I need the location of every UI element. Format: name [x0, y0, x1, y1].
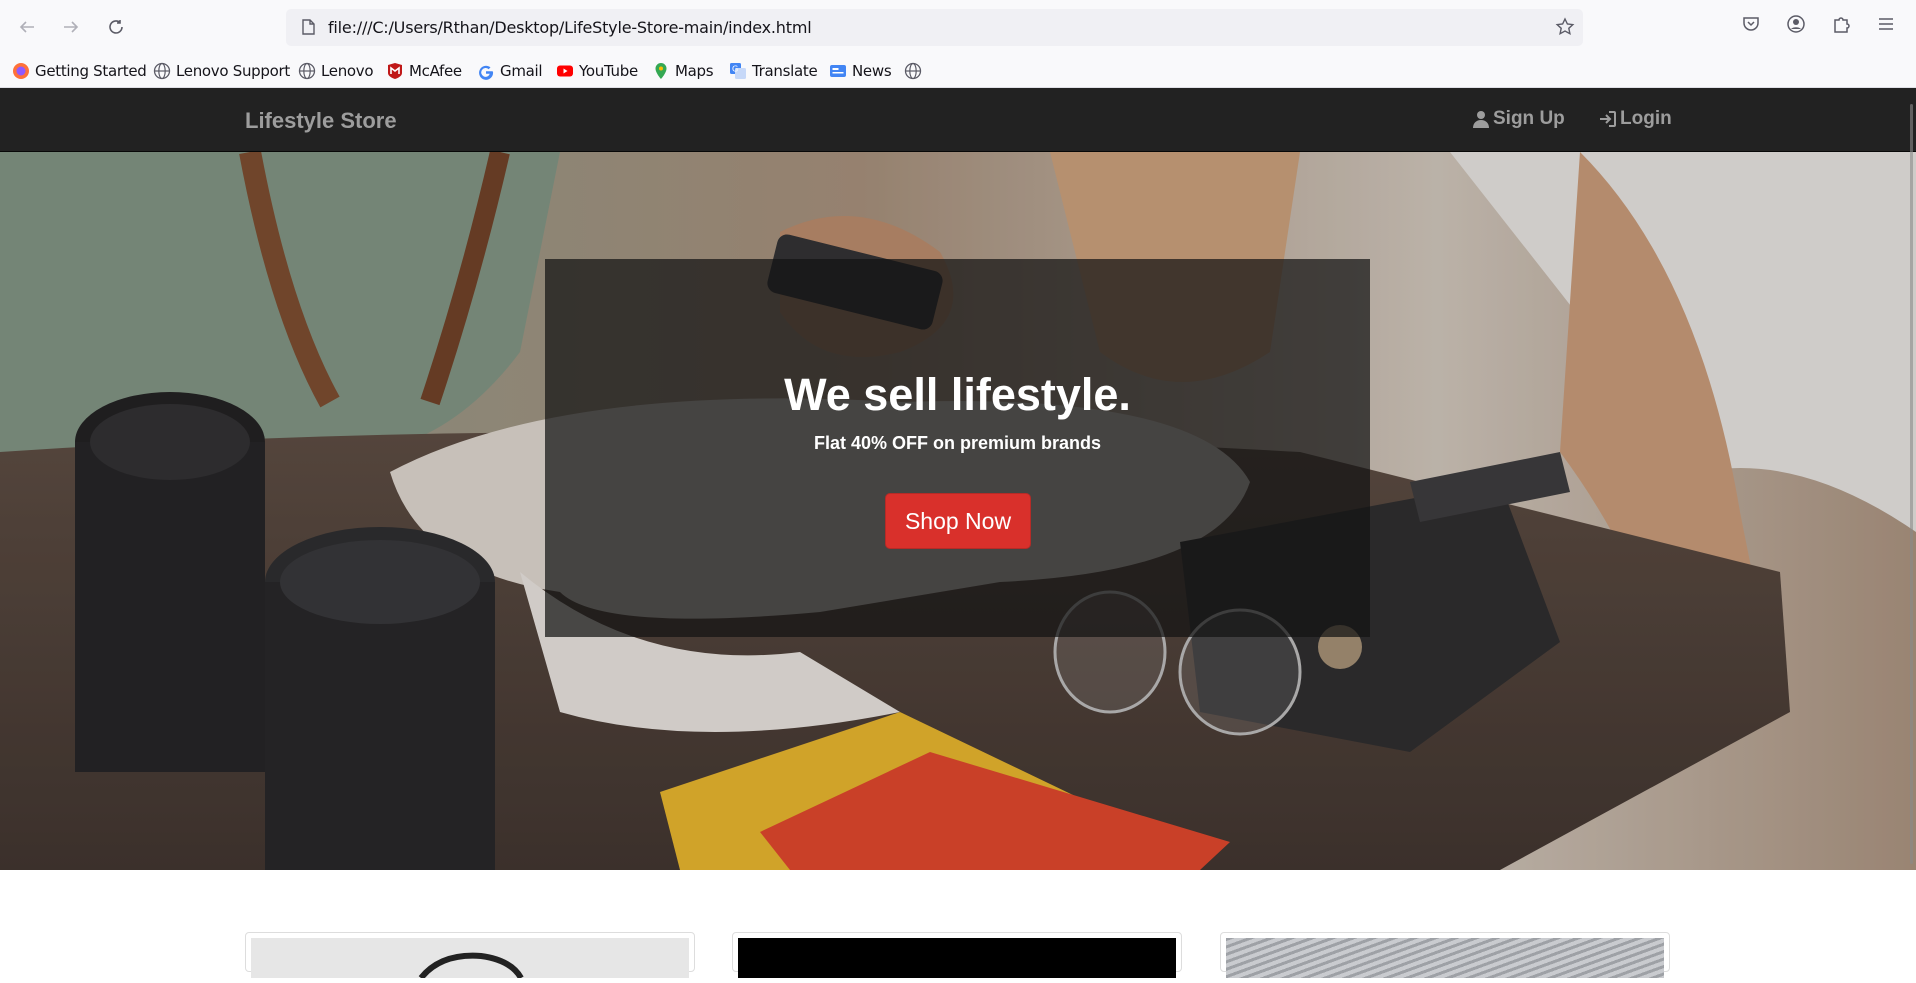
bookmark-label: Maps	[675, 62, 714, 80]
bookmark-lenovo[interactable]: Lenovo	[298, 60, 374, 82]
bookmark-star-icon[interactable]	[1555, 17, 1575, 37]
svg-text:G: G	[732, 65, 738, 74]
globe-icon	[904, 62, 922, 80]
account-button[interactable]	[1786, 14, 1810, 38]
forward-arrow-icon	[64, 21, 79, 33]
bookmark-untitled[interactable]	[904, 60, 927, 82]
bookmark-maps[interactable]: Maps	[652, 60, 714, 82]
login-icon	[1600, 111, 1616, 127]
bookmark-translate[interactable]: G Translate	[729, 60, 818, 82]
bookmark-label: Translate	[752, 62, 818, 80]
forward-button[interactable]	[56, 12, 86, 42]
bookmark-lenovo-support[interactable]: Lenovo Support	[153, 60, 290, 82]
page-scrollbar[interactable]	[1910, 104, 1913, 864]
bookmark-getting-started[interactable]: Getting Started	[12, 60, 147, 82]
browser-toolbar: file:///C:/Users/Rthan/Desktop/LifeStyle…	[0, 0, 1916, 54]
bookmark-label: Getting Started	[35, 62, 147, 80]
back-button[interactable]	[12, 12, 42, 42]
globe-icon	[153, 62, 171, 80]
hero-overlay-box: We sell lifestyle. Flat 40% OFF on premi…	[545, 259, 1370, 637]
product-card[interactable]	[732, 932, 1182, 978]
maps-pin-icon	[655, 63, 667, 79]
reload-icon	[109, 20, 123, 34]
bookmark-youtube[interactable]: YouTube	[556, 60, 638, 82]
product-image	[251, 938, 689, 980]
product-image	[738, 938, 1176, 978]
signup-label: Sign Up	[1493, 108, 1565, 129]
mcafee-icon	[388, 63, 402, 79]
firefox-icon	[13, 63, 29, 79]
back-arrow-icon	[19, 21, 34, 33]
bookmark-label: Lenovo	[321, 62, 374, 80]
shop-now-button[interactable]: Shop Now	[885, 493, 1031, 549]
bookmarks-toolbar: Getting Started Lenovo Support Lenovo Mc…	[0, 54, 1916, 88]
product-card[interactable]	[245, 932, 695, 980]
google-icon	[479, 65, 494, 80]
address-bar[interactable]: file:///C:/Users/Rthan/Desktop/LifeStyle…	[286, 9, 1583, 46]
hero-banner: We sell lifestyle. Flat 40% OFF on premi…	[0, 152, 1916, 870]
hero-title: We sell lifestyle.	[784, 369, 1131, 420]
bookmark-label: Gmail	[500, 62, 543, 80]
login-link[interactable]: Login	[1599, 108, 1672, 130]
extensions-button[interactable]	[1831, 14, 1855, 38]
news-icon	[830, 65, 846, 77]
bookmark-label: Lenovo Support	[176, 62, 290, 80]
url-text: file:///C:/Users/Rthan/Desktop/LifeStyle…	[328, 18, 812, 37]
hamburger-menu-icon	[1879, 18, 1893, 30]
page-icon	[302, 19, 315, 35]
puzzle-icon	[1834, 17, 1850, 33]
pocket-icon	[1743, 17, 1759, 31]
translate-icon: G	[730, 63, 746, 79]
login-label: Login	[1620, 108, 1672, 129]
brand-link[interactable]: Lifestyle Store	[245, 108, 397, 134]
globe-icon	[298, 62, 316, 80]
watch-image	[418, 952, 524, 980]
site-navbar: Lifestyle Store Sign Up Login	[0, 88, 1916, 152]
youtube-icon	[557, 65, 573, 77]
account-icon	[1787, 15, 1805, 33]
bookmark-label: News	[852, 62, 892, 80]
menu-button[interactable]	[1876, 14, 1900, 38]
reload-button[interactable]	[101, 12, 131, 42]
user-icon	[1473, 111, 1489, 128]
signup-link[interactable]: Sign Up	[1472, 108, 1565, 130]
pocket-button[interactable]	[1741, 14, 1765, 38]
bookmark-label: McAfee	[409, 62, 462, 80]
hero-subtitle: Flat 40% OFF on premium brands	[813, 433, 1102, 453]
bookmark-news[interactable]: News	[829, 60, 892, 82]
product-image	[1226, 938, 1664, 978]
bookmark-mcafee[interactable]: McAfee	[386, 60, 462, 82]
bookmark-gmail[interactable]: Gmail	[477, 60, 543, 82]
bookmark-label: YouTube	[579, 62, 638, 80]
product-card[interactable]	[1220, 932, 1670, 978]
